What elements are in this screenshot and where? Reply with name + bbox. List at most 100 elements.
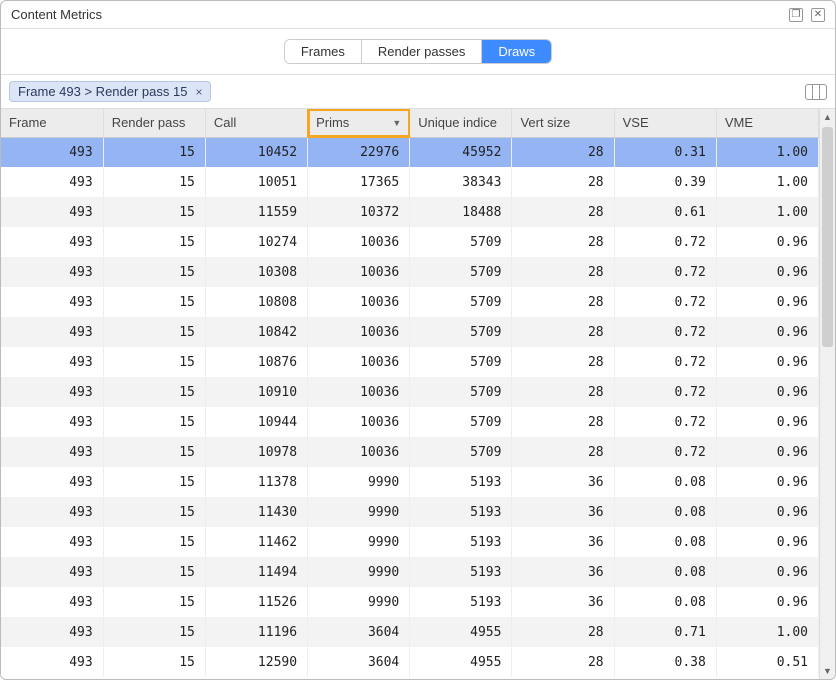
scroll-thumb[interactable] [822, 127, 833, 347]
cell: 0.08 [614, 557, 716, 587]
col-header-prims[interactable]: Prims▼ [308, 109, 410, 137]
cell: 0.38 [614, 647, 716, 677]
cell: 0.61 [614, 197, 716, 227]
cell: 5709 [410, 257, 512, 287]
cell: 38343 [410, 167, 512, 197]
cell: 10036 [308, 257, 410, 287]
cell: 10036 [308, 377, 410, 407]
table-row[interactable]: 4931510308100365709280.720.96 [1, 257, 819, 287]
vertical-scrollbar[interactable]: ▲ ▼ [819, 109, 835, 679]
window-controls: ❐ ✕ [789, 8, 825, 22]
cell: 28 [512, 407, 614, 437]
cell: 15 [103, 407, 205, 437]
table-row[interactable]: 49315104522297645952280.311.00 [1, 137, 819, 167]
cell: 10274 [205, 227, 307, 257]
table-row[interactable]: 4931510978100365709280.720.96 [1, 437, 819, 467]
table-row[interactable]: 493151259036044955280.380.51 [1, 647, 819, 677]
cell: 10036 [308, 347, 410, 377]
table-row[interactable]: 493151146299905193360.080.96 [1, 527, 819, 557]
table-row[interactable]: 4931510274100365709280.720.96 [1, 227, 819, 257]
table-row[interactable]: 4931510944100365709280.720.96 [1, 407, 819, 437]
cell: 493 [1, 197, 103, 227]
tab-render-passes[interactable]: Render passes [361, 40, 481, 63]
cell: 0.96 [716, 467, 818, 497]
cell: 28 [512, 257, 614, 287]
table-row[interactable]: 4931510876100365709280.720.96 [1, 347, 819, 377]
cell: 10842 [205, 317, 307, 347]
cell: 28 [512, 287, 614, 317]
breadcrumb-chip[interactable]: Frame 493 > Render pass 15 × [9, 81, 211, 102]
cell: 10308 [205, 257, 307, 287]
cell: 36 [512, 467, 614, 497]
cell: 11196 [205, 617, 307, 647]
cell: 493 [1, 377, 103, 407]
cell: 0.96 [716, 287, 818, 317]
table-row[interactable]: 493151143099905193360.080.96 [1, 497, 819, 527]
cell: 15 [103, 227, 205, 257]
breadcrumb-row: Frame 493 > Render pass 15 × [1, 75, 835, 108]
sort-desc-icon: ▼ [392, 118, 401, 128]
cell: 493 [1, 467, 103, 497]
table-row[interactable]: 493151149499905193360.080.96 [1, 557, 819, 587]
table-row[interactable]: 4931510842100365709280.720.96 [1, 317, 819, 347]
table-row[interactable]: 493151119636044955280.711.00 [1, 617, 819, 647]
cell: 0.72 [614, 407, 716, 437]
cell: 0.96 [716, 377, 818, 407]
cell: 10036 [308, 407, 410, 437]
tab-frames[interactable]: Frames [285, 40, 361, 63]
cell: 493 [1, 587, 103, 617]
cell: 28 [512, 617, 614, 647]
cell: 493 [1, 497, 103, 527]
cell: 45952 [410, 137, 512, 167]
col-header-vme[interactable]: VME [716, 109, 818, 137]
col-header-call[interactable]: Call [205, 109, 307, 137]
scroll-down-icon[interactable]: ▼ [820, 663, 835, 679]
cell: 1.00 [716, 167, 818, 197]
cell: 28 [512, 137, 614, 167]
cell: 0.96 [716, 317, 818, 347]
table-header-row: FrameRender passCallPrims▼Unique indiceV… [1, 109, 819, 137]
table-row[interactable]: 49315115591037218488280.611.00 [1, 197, 819, 227]
cell: 493 [1, 167, 103, 197]
cell: 36 [512, 587, 614, 617]
cell: 15 [103, 197, 205, 227]
table-scroll[interactable]: FrameRender passCallPrims▼Unique indiceV… [1, 109, 819, 679]
cell: 0.72 [614, 227, 716, 257]
cell: 15 [103, 557, 205, 587]
cell: 0.08 [614, 527, 716, 557]
cell: 36 [512, 497, 614, 527]
tab-draws[interactable]: Draws [481, 40, 551, 63]
cell: 493 [1, 557, 103, 587]
cell: 0.31 [614, 137, 716, 167]
cell: 0.96 [716, 557, 818, 587]
close-icon[interactable]: ✕ [811, 8, 825, 22]
col-header-vse[interactable]: VSE [614, 109, 716, 137]
cell: 1.00 [716, 197, 818, 227]
cell: 0.72 [614, 437, 716, 467]
table-row[interactable]: 4931510910100365709280.720.96 [1, 377, 819, 407]
col-header-vert-size[interactable]: Vert size [512, 109, 614, 137]
columns-icon[interactable] [805, 84, 827, 100]
cell: 0.72 [614, 347, 716, 377]
cell: 15 [103, 437, 205, 467]
col-header-frame[interactable]: Frame [1, 109, 103, 137]
table-row[interactable]: 493151137899905193360.080.96 [1, 467, 819, 497]
breadcrumb-close-icon[interactable]: × [195, 85, 202, 99]
table-row[interactable]: 493151152699905193360.080.96 [1, 587, 819, 617]
cell: 15 [103, 617, 205, 647]
cell: 5709 [410, 317, 512, 347]
cell: 493 [1, 617, 103, 647]
cell: 0.08 [614, 587, 716, 617]
table-row[interactable]: 4931510808100365709280.720.96 [1, 287, 819, 317]
restore-icon[interactable]: ❐ [789, 8, 803, 22]
table-row[interactable]: 49315100511736538343280.391.00 [1, 167, 819, 197]
cell: 9990 [308, 557, 410, 587]
cell: 0.72 [614, 287, 716, 317]
cell: 17365 [308, 167, 410, 197]
cell: 10944 [205, 407, 307, 437]
scroll-up-icon[interactable]: ▲ [820, 109, 835, 125]
table-area: FrameRender passCallPrims▼Unique indiceV… [1, 108, 835, 679]
cell: 22976 [308, 137, 410, 167]
col-header-unique-indice[interactable]: Unique indice [410, 109, 512, 137]
col-header-render-pass[interactable]: Render pass [103, 109, 205, 137]
